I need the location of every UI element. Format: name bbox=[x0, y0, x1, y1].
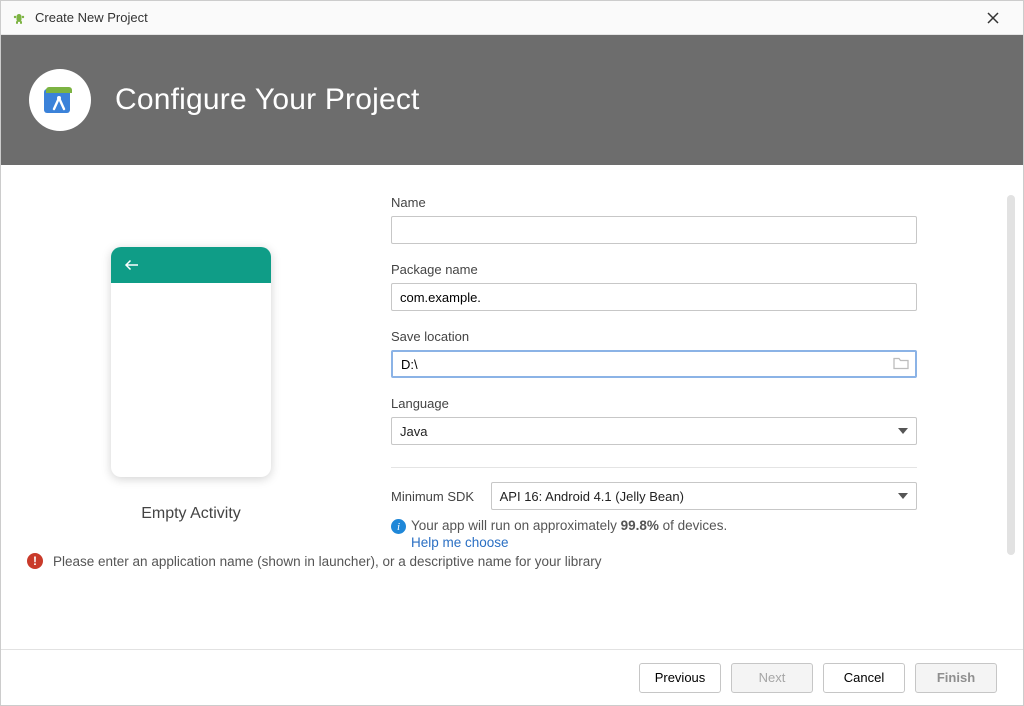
language-field: Language Java bbox=[391, 396, 917, 445]
finish-button: Finish bbox=[915, 663, 997, 693]
previous-button[interactable]: Previous bbox=[639, 663, 721, 693]
preview-caption: Empty Activity bbox=[141, 505, 241, 523]
dialog-window: Create New Project Configure Your Projec… bbox=[0, 0, 1024, 706]
info-icon: i bbox=[391, 519, 406, 534]
sdk-hint: i Your app will run on approximately 99.… bbox=[391, 518, 917, 550]
validation-error: ! Please enter an application name (show… bbox=[27, 553, 602, 569]
page-heading: Configure Your Project bbox=[115, 83, 420, 117]
minimum-sdk-value: API 16: Android 4.1 (Jelly Bean) bbox=[500, 489, 684, 504]
cancel-button[interactable]: Cancel bbox=[823, 663, 905, 693]
error-icon: ! bbox=[27, 553, 43, 569]
save-location-input[interactable] bbox=[391, 350, 917, 378]
divider bbox=[391, 467, 917, 468]
language-select[interactable]: Java bbox=[391, 417, 917, 445]
name-field: Name bbox=[391, 195, 917, 244]
save-location-field: Save location bbox=[391, 329, 917, 378]
chevron-down-icon bbox=[898, 493, 908, 499]
help-me-choose-link[interactable]: Help me choose bbox=[411, 535, 917, 550]
body-area: Empty Activity Name Package name Save lo… bbox=[1, 165, 1023, 649]
titlebar: Create New Project bbox=[1, 1, 1023, 35]
folder-browse-icon[interactable] bbox=[893, 356, 909, 373]
android-studio-icon bbox=[11, 10, 27, 26]
next-button: Next bbox=[731, 663, 813, 693]
close-button[interactable] bbox=[973, 1, 1013, 35]
language-value: Java bbox=[400, 424, 427, 439]
footer: Previous Next Cancel Finish bbox=[1, 649, 1023, 705]
form-column: Name Package name Save location Language bbox=[381, 195, 1023, 649]
package-name-label: Package name bbox=[391, 262, 917, 277]
header-banner: Configure Your Project bbox=[1, 35, 1023, 165]
chevron-down-icon bbox=[898, 428, 908, 434]
name-label: Name bbox=[391, 195, 917, 210]
package-name-field: Package name bbox=[391, 262, 917, 311]
package-name-input[interactable] bbox=[391, 283, 917, 311]
preview-appbar bbox=[111, 247, 271, 283]
minimum-sdk-field: Minimum SDK API 16: Android 4.1 (Jelly B… bbox=[391, 482, 917, 550]
save-location-label: Save location bbox=[391, 329, 917, 344]
window-title: Create New Project bbox=[35, 10, 148, 25]
activity-preview bbox=[111, 247, 271, 477]
scrollbar[interactable] bbox=[1007, 195, 1015, 555]
name-input[interactable] bbox=[391, 216, 917, 244]
minimum-sdk-select[interactable]: API 16: Android 4.1 (Jelly Bean) bbox=[491, 482, 917, 510]
language-label: Language bbox=[391, 396, 917, 411]
error-text: Please enter an application name (shown … bbox=[53, 554, 602, 569]
sdk-coverage-text: Your app will run on approximately 99.8%… bbox=[411, 518, 917, 533]
minimum-sdk-label: Minimum SDK bbox=[391, 489, 487, 504]
wizard-icon bbox=[29, 69, 91, 131]
preview-column: Empty Activity bbox=[1, 195, 381, 649]
back-arrow-icon bbox=[123, 256, 141, 274]
